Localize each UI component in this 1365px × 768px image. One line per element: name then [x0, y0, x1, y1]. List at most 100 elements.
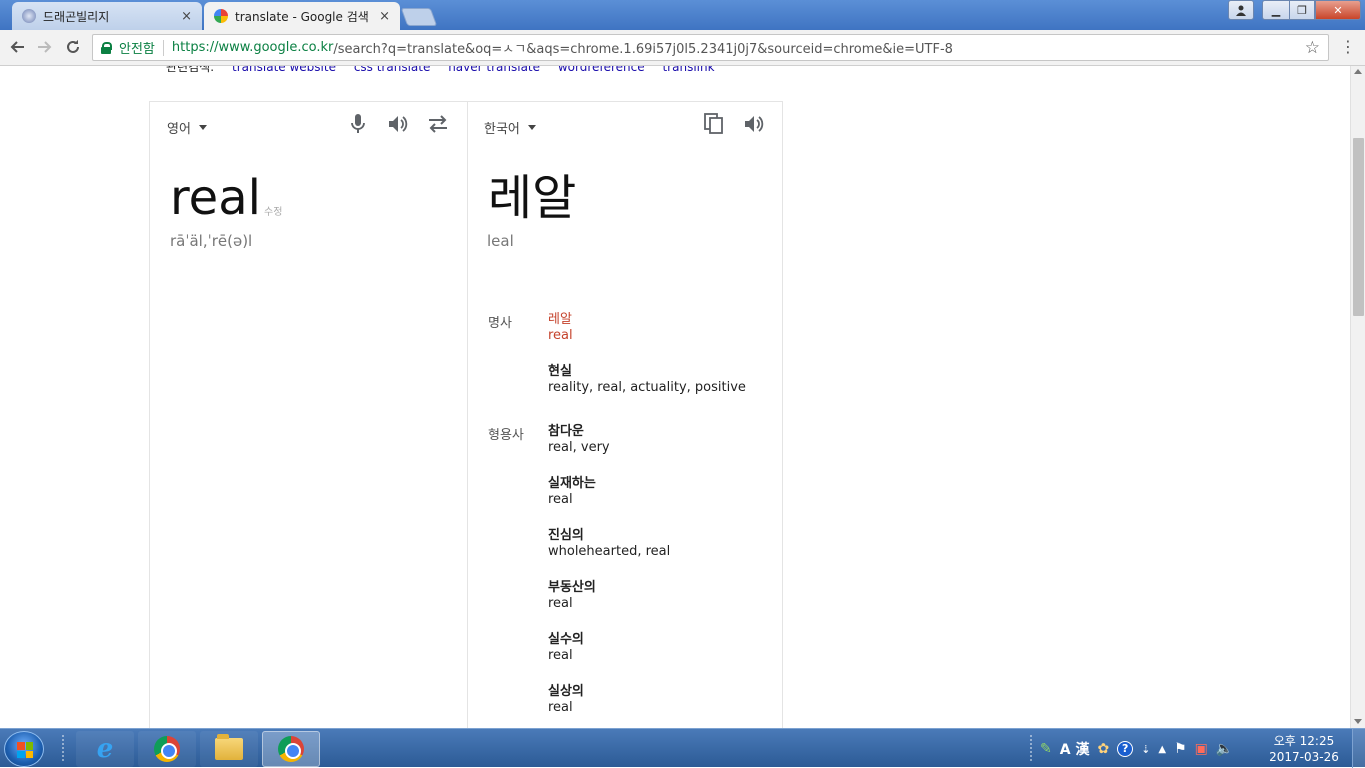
taskbar-chrome-pinned[interactable]	[138, 731, 196, 767]
clock-date: 2017-03-26	[1269, 750, 1339, 764]
new-tab-button[interactable]	[400, 8, 438, 26]
related-link[interactable]: wordreference	[558, 66, 645, 74]
target-listen-button[interactable]	[742, 112, 766, 136]
target-romanization: leal	[487, 232, 514, 250]
taskbar-clock[interactable]: 오후 12:25 2017-03-26	[1266, 733, 1342, 765]
maximize-button[interactable]: ❐	[1289, 0, 1315, 20]
entry-synonyms: real, very	[548, 440, 610, 455]
system-tray: ✎ A 漢 ✿ ? ⇣ ▲ ⚑ ▣ 🔈	[1040, 737, 1233, 761]
volume-icon[interactable]: 🔈	[1216, 741, 1233, 757]
source-phonetic: rāˈäl,ˈrē(ə)l	[170, 232, 253, 250]
taskbar-grip	[62, 735, 66, 761]
caret-down-icon	[527, 125, 536, 130]
minimize-button[interactable]: ▁	[1262, 0, 1290, 20]
tab-close-icon[interactable]: ×	[181, 9, 192, 24]
related-link[interactable]: naver translate	[448, 66, 540, 74]
language-bar-icon[interactable]: ✎	[1040, 741, 1052, 757]
show-desktop-button[interactable]	[1352, 729, 1365, 768]
caret-down-icon	[198, 125, 207, 130]
back-button[interactable]	[6, 36, 28, 58]
source-pane: 영어 real 수정 rāˈäl,ˈrē(ə)l	[150, 102, 467, 728]
swap-languages-button[interactable]	[426, 112, 450, 136]
related-link[interactable]: translate website	[232, 66, 336, 74]
target-language-select[interactable]: 한국어	[484, 118, 536, 137]
tab-google-search[interactable]: translate - Google 검색 ×	[204, 2, 400, 30]
target-text: 레알	[488, 170, 577, 226]
tray-grip	[1030, 735, 1034, 761]
secure-label: 안전함	[119, 42, 155, 57]
menu-dots-icon[interactable]: ⋮	[1340, 37, 1356, 56]
related-searches-label: 관련검색:	[166, 66, 215, 74]
reload-button[interactable]	[62, 36, 84, 58]
entry-synonyms: real	[548, 328, 573, 343]
entry-synonyms: reality, real, actuality, positive	[548, 380, 746, 395]
google-favicon-icon	[214, 9, 228, 23]
internet-explorer-icon: e	[96, 734, 114, 764]
help-icon[interactable]: ?	[1117, 741, 1134, 757]
edit-link[interactable]: 수정	[264, 203, 282, 218]
dictionary-entry[interactable]: 참다운 real, very	[548, 424, 610, 456]
user-profile-button[interactable]	[1228, 0, 1254, 20]
entry-synonyms: real	[548, 648, 573, 663]
bookmark-star-icon[interactable]: ☆	[1305, 38, 1320, 58]
translate-card: 영어 real 수정 rāˈäl,ˈrē(ə)l 한국어 레알 leal 명사 …	[149, 101, 783, 728]
url-host: https://www.google.co.kr	[171, 40, 334, 55]
entry-synonyms: real	[548, 492, 573, 507]
entry-word: 레알	[548, 312, 572, 327]
browser-toolbar: 안전함 https://www.google.co.kr/search?q=tr…	[0, 30, 1365, 66]
scroll-up-arrow-icon[interactable]	[1354, 69, 1362, 74]
browser-titlebar: 드래곤빌리지 × translate - Google 검색 × ▁ ❐ ✕	[0, 0, 1365, 30]
dictionary-entry[interactable]: 진심의 wholehearted, real	[548, 528, 670, 560]
taskbar-internet-explorer[interactable]: e	[76, 731, 134, 767]
source-language-select[interactable]: 영어	[167, 118, 207, 137]
related-searches: 관련검색: translate website css translate na…	[166, 66, 715, 75]
dragon-village-favicon-icon	[22, 9, 36, 23]
tab-dragon-village[interactable]: 드래곤빌리지 ×	[12, 2, 202, 30]
entry-word: 진심의	[548, 528, 584, 543]
source-text[interactable]: real	[170, 170, 261, 226]
pos-label-adjective: 형용사	[488, 428, 524, 443]
dictionary-entry[interactable]: 실수의 real	[548, 632, 584, 664]
copy-translation-button[interactable]	[702, 112, 726, 136]
scroll-down-arrow-icon[interactable]	[1354, 719, 1362, 724]
speaker-icon	[389, 116, 408, 132]
related-link[interactable]: translink	[662, 66, 714, 74]
dictionary-entry[interactable]: 실상의 real	[548, 684, 584, 716]
dictionary-entry[interactable]: 레알 real	[548, 312, 573, 344]
tab-close-icon[interactable]: ×	[379, 9, 390, 24]
entry-synonyms: real	[548, 596, 573, 611]
page-scrollbar[interactable]	[1350, 66, 1365, 728]
arrow-left-icon	[10, 41, 24, 53]
dictionary-entry[interactable]: 실재하는 real	[548, 476, 596, 508]
close-window-button[interactable]: ✕	[1315, 0, 1361, 20]
target-pane: 한국어 레알 leal 명사 레알 real 현실 reality, real,…	[467, 102, 783, 728]
microphone-button[interactable]	[346, 112, 370, 136]
dictionary-entry[interactable]: 현실 reality, real, actuality, positive	[548, 364, 746, 396]
taskbar-file-explorer[interactable]	[200, 731, 258, 767]
entry-word: 부동산의	[548, 580, 596, 595]
forward-button[interactable]	[34, 36, 56, 58]
windows-logo-icon	[17, 742, 33, 758]
tab-label: 드래곤빌리지	[43, 9, 110, 24]
entry-word: 실재하는	[548, 476, 596, 491]
action-center-flag-icon[interactable]: ⚑	[1174, 741, 1187, 757]
ime-mode-indicator[interactable]: A 漢	[1060, 739, 1090, 759]
lock-icon	[101, 41, 112, 54]
address-bar[interactable]: 안전함 https://www.google.co.kr/search?q=tr…	[92, 34, 1329, 61]
start-button[interactable]	[4, 731, 44, 767]
antivirus-tray-icon[interactable]: ▣	[1195, 741, 1208, 757]
windows-taskbar: e ✎ A 漢 ✿ ? ⇣ ▲ ⚑ ▣ 🔈 오후 12:25 2017-03-2…	[0, 728, 1365, 768]
ime-options-icon[interactable]: ⇣	[1141, 743, 1150, 756]
page-content: 관련검색: translate website css translate na…	[0, 66, 1350, 728]
entry-word: 현실	[548, 364, 572, 379]
omnibox-divider	[162, 39, 164, 56]
ime-tool-icon[interactable]: ✿	[1097, 741, 1109, 757]
microphone-icon	[351, 114, 365, 133]
show-hidden-icons-icon[interactable]: ▲	[1158, 744, 1166, 755]
taskbar-chrome-active[interactable]	[262, 731, 320, 767]
scroll-thumb[interactable]	[1353, 138, 1364, 316]
source-listen-button[interactable]	[386, 112, 410, 136]
dictionary-entry[interactable]: 부동산의 real	[548, 580, 596, 612]
pos-label-noun: 명사	[488, 316, 512, 331]
related-link[interactable]: css translate	[354, 66, 431, 74]
